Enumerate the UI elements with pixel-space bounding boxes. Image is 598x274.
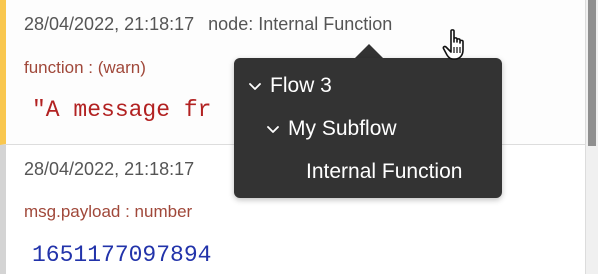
message-topic: msg.payload : number — [24, 202, 193, 221]
node-path-tooltip: Flow 3 My Subflow Internal Function — [234, 58, 502, 198]
message-meta: 28/04/2022, 21:18:17 — [24, 159, 194, 183]
message-timestamp: 28/04/2022, 21:18:17 — [24, 159, 195, 179]
chevron-down-icon — [249, 83, 261, 90]
scrollbar-thumb[interactable] — [588, 0, 596, 146]
message-topic: function : (warn) — [24, 58, 146, 77]
tooltip-flow-label: Flow 3 — [270, 74, 332, 97]
tooltip-subflow-label: My Subflow — [288, 117, 397, 140]
hand-pointer-icon — [442, 29, 464, 60]
message-payload-number[interactable]: 1651177097894 — [32, 242, 211, 268]
message-meta: 28/04/2022, 21:18:17 node: Internal Funct… — [24, 14, 392, 38]
tooltip-item-node[interactable]: Internal Function — [306, 157, 462, 187]
tooltip-node-label: Internal Function — [306, 160, 463, 183]
message-payload-string[interactable]: "A message fr — [32, 97, 211, 123]
tooltip-item-flow[interactable]: Flow 3 — [246, 71, 332, 101]
tooltip-item-subflow[interactable]: My Subflow — [264, 114, 397, 144]
chevron-down-icon — [267, 126, 279, 133]
message-timestamp: 28/04/2022, 21:18:17 — [24, 14, 195, 34]
message-node-link[interactable]: node: Internal Function — [208, 14, 392, 34]
tooltip-arrow — [355, 44, 383, 58]
vertical-scrollbar[interactable] — [585, 0, 598, 274]
